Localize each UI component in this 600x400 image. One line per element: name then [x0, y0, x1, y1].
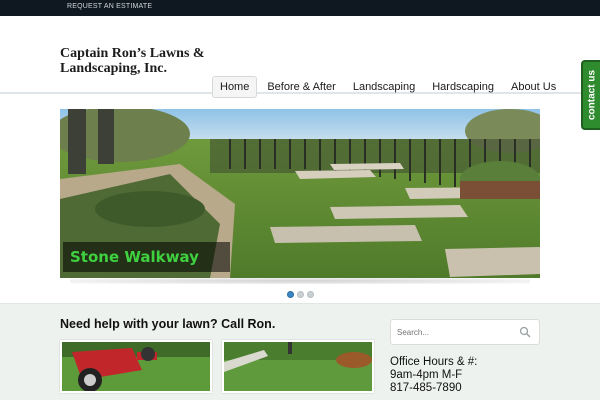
search-box [390, 319, 540, 345]
nav-item-before-after[interactable]: Before & After [260, 76, 342, 98]
contact-us-label: contact us [586, 69, 597, 121]
nav-item-about-us[interactable]: About Us [504, 76, 563, 98]
nav-item-home[interactable]: Home [212, 76, 258, 98]
site-header: Captain Ron’s Lawns & Landscaping, Inc. … [0, 16, 600, 98]
contact-us-tab[interactable]: contact us [581, 60, 600, 130]
logo-line-2: Landscaping, Inc. [60, 61, 167, 76]
search-input[interactable] [397, 325, 515, 339]
thumbnail-lawn-mower[interactable] [60, 340, 212, 393]
slider-pagination [287, 291, 317, 298]
logo-line-1: Captain Ron’s Lawns & [60, 46, 205, 61]
help-heading: Need help with your lawn? Call Ron. [60, 317, 276, 331]
lawn-mower-image [62, 342, 210, 391]
nav-item-hardscaping[interactable]: Hardscaping [425, 76, 501, 98]
slide-caption: Stone Walkway [63, 242, 230, 272]
slider-dot-2[interactable] [297, 291, 304, 298]
hero-slider[interactable]: Stone Walkway [60, 109, 540, 278]
office-hours-heading: Office Hours & #: [390, 356, 478, 368]
lawn-edge-image [224, 342, 372, 391]
top-bar: REQUEST AN ESTIMATE [0, 0, 600, 16]
slide-caption-text: Stone Walkway [70, 248, 199, 266]
office-hours: Office Hours & #: 9am-4pm M-F 817-485-78… [390, 356, 477, 395]
main-nav: Home Before & After Landscaping Hardscap… [212, 76, 566, 98]
nav-item-landscaping[interactable]: Landscaping [346, 76, 422, 98]
slider-dot-3[interactable] [307, 291, 314, 298]
site-logo[interactable]: Captain Ron’s Lawns & Landscaping, Inc. [60, 46, 260, 76]
office-phone[interactable]: 817-485-7890 [390, 382, 477, 395]
thumbnail-lawn-edge[interactable] [222, 340, 374, 393]
request-estimate-link[interactable]: REQUEST AN ESTIMATE [67, 3, 152, 10]
slider-dot-1[interactable] [287, 291, 294, 298]
search-icon[interactable] [519, 326, 531, 338]
slider-shadow [70, 278, 530, 284]
office-hours-time: 9am-4pm M-F [390, 369, 463, 381]
